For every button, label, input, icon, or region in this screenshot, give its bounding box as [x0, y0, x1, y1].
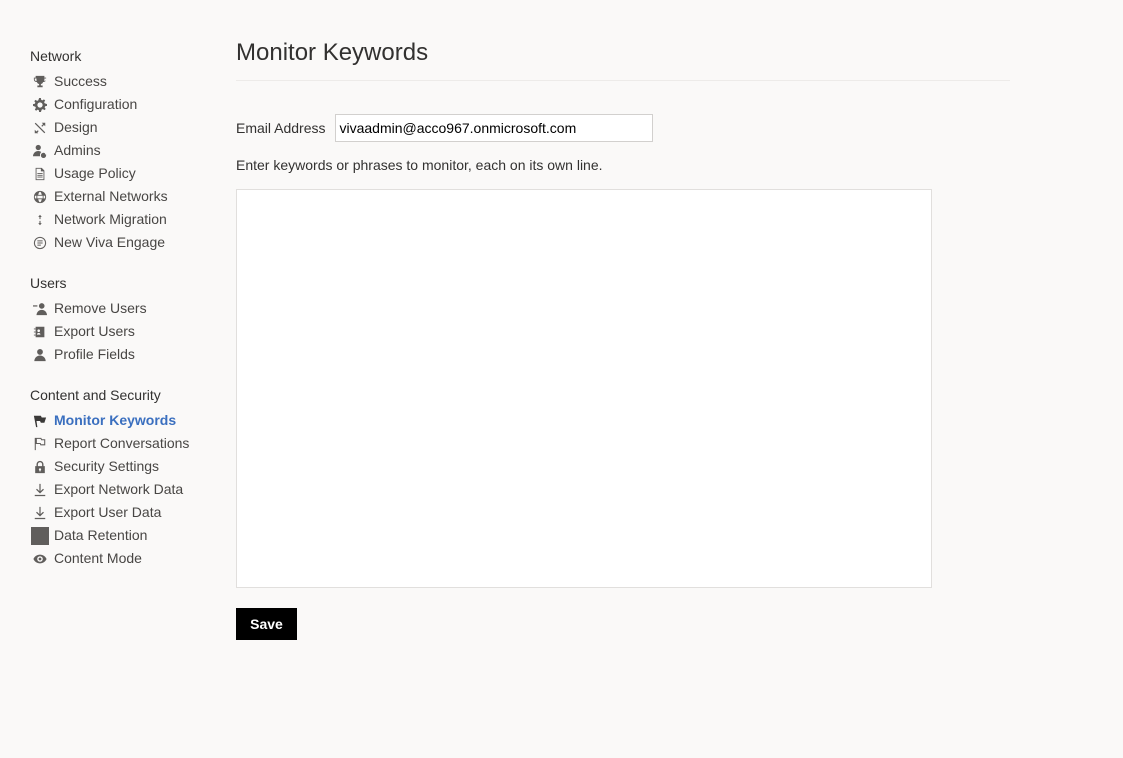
sidebar-item-label: Export Users [54, 323, 135, 339]
sidebar-section-title: Users [30, 275, 67, 291]
email-field[interactable] [335, 114, 654, 142]
sidebar-item-data-retention[interactable]: Data Retention [30, 524, 210, 547]
contact-card-icon [30, 322, 50, 342]
remove-user-icon [30, 299, 50, 319]
sidebar-item-label: Configuration [54, 96, 138, 112]
sidebar-item-label: Security Settings [54, 458, 160, 474]
main-content: Monitor Keywords Email Address Enter key… [236, 36, 1010, 640]
flag-filled-icon [30, 411, 50, 431]
sidebar-item-label: Network Migration [54, 211, 167, 227]
design-icon [30, 118, 50, 138]
download-icon [30, 503, 50, 523]
save-button[interactable]: Save [236, 608, 297, 640]
keywords-instructions: Enter keywords or phrases to monitor, ea… [236, 157, 603, 173]
viva-engage-icon [30, 233, 50, 253]
sidebar-item-network-migration[interactable]: Network Migration [30, 208, 210, 231]
flag-outline-icon [30, 434, 50, 454]
sidebar-item-label: Export Network Data [54, 481, 184, 497]
sidebar-section-network: Network Success Configuration Design Adm… [30, 46, 210, 254]
sidebar-item-report-conversations[interactable]: Report Conversations [30, 432, 210, 455]
email-label: Email Address [236, 120, 326, 136]
sidebar-item-label: Profile Fields [54, 346, 135, 362]
lock-icon [30, 457, 50, 477]
sidebar-item-label: Report Conversations [54, 435, 190, 451]
sidebar-item-label: Success [54, 73, 107, 89]
sidebar-item-success[interactable]: Success [30, 70, 210, 93]
email-row: Email Address [236, 114, 1010, 142]
sidebar-item-label: Admins [54, 142, 101, 158]
trophy-icon [30, 72, 50, 92]
sidebar-item-security-settings[interactable]: Security Settings [30, 455, 210, 478]
globe-icon [30, 187, 50, 207]
sidebar-item-label: Design [54, 119, 98, 135]
sidebar-item-label: Monitor Keywords [54, 412, 177, 428]
admin-sidebar: Network Success Configuration Design Adm… [30, 46, 210, 589]
sidebar-item-design[interactable]: Design [30, 116, 210, 139]
sidebar-item-content-mode[interactable]: Content Mode [30, 547, 210, 570]
sidebar-item-new-viva-engage[interactable]: New Viva Engage [30, 231, 210, 254]
sidebar-item-label: Content Mode [54, 550, 142, 566]
document-icon [30, 164, 50, 184]
sidebar-item-label: Data Retention [54, 527, 148, 543]
sidebar-section-title: Content and Security [30, 387, 161, 403]
data-retention-icon [30, 526, 50, 546]
keywords-textarea[interactable] [236, 189, 932, 588]
sidebar-item-profile-fields[interactable]: Profile Fields [30, 343, 210, 366]
gear-icon [30, 95, 50, 115]
sidebar-item-label: Remove Users [54, 300, 147, 316]
sidebar-section-title: Network [30, 48, 82, 64]
person-icon [30, 345, 50, 365]
sidebar-item-label: Export User Data [54, 504, 162, 520]
admin-user-icon [30, 141, 50, 161]
page-title: Monitor Keywords [236, 36, 1010, 81]
sidebar-item-remove-users[interactable]: Remove Users [30, 297, 210, 320]
sidebar-item-external-networks[interactable]: External Networks [30, 185, 210, 208]
sidebar-item-admins[interactable]: Admins [30, 139, 210, 162]
sidebar-section-users: Users Remove Users Export Users Profile … [30, 273, 210, 366]
sidebar-item-export-users[interactable]: Export Users [30, 320, 210, 343]
sidebar-item-monitor-keywords[interactable]: Monitor Keywords [30, 409, 210, 432]
download-icon [30, 480, 50, 500]
sidebar-item-configuration[interactable]: Configuration [30, 93, 210, 116]
sidebar-item-export-user-data[interactable]: Export User Data [30, 501, 210, 524]
admin-page: Network Success Configuration Design Adm… [0, 0, 1123, 758]
sidebar-item-export-network-data[interactable]: Export Network Data [30, 478, 210, 501]
sidebar-section-content-security: Content and Security Monitor Keywords Re… [30, 385, 210, 570]
sidebar-item-label: External Networks [54, 188, 168, 204]
sidebar-item-label: Usage Policy [54, 165, 136, 181]
sidebar-item-usage-policy[interactable]: Usage Policy [30, 162, 210, 185]
migration-arrows-icon [30, 210, 50, 230]
sidebar-item-label: New Viva Engage [54, 234, 166, 250]
eye-icon [30, 549, 50, 569]
